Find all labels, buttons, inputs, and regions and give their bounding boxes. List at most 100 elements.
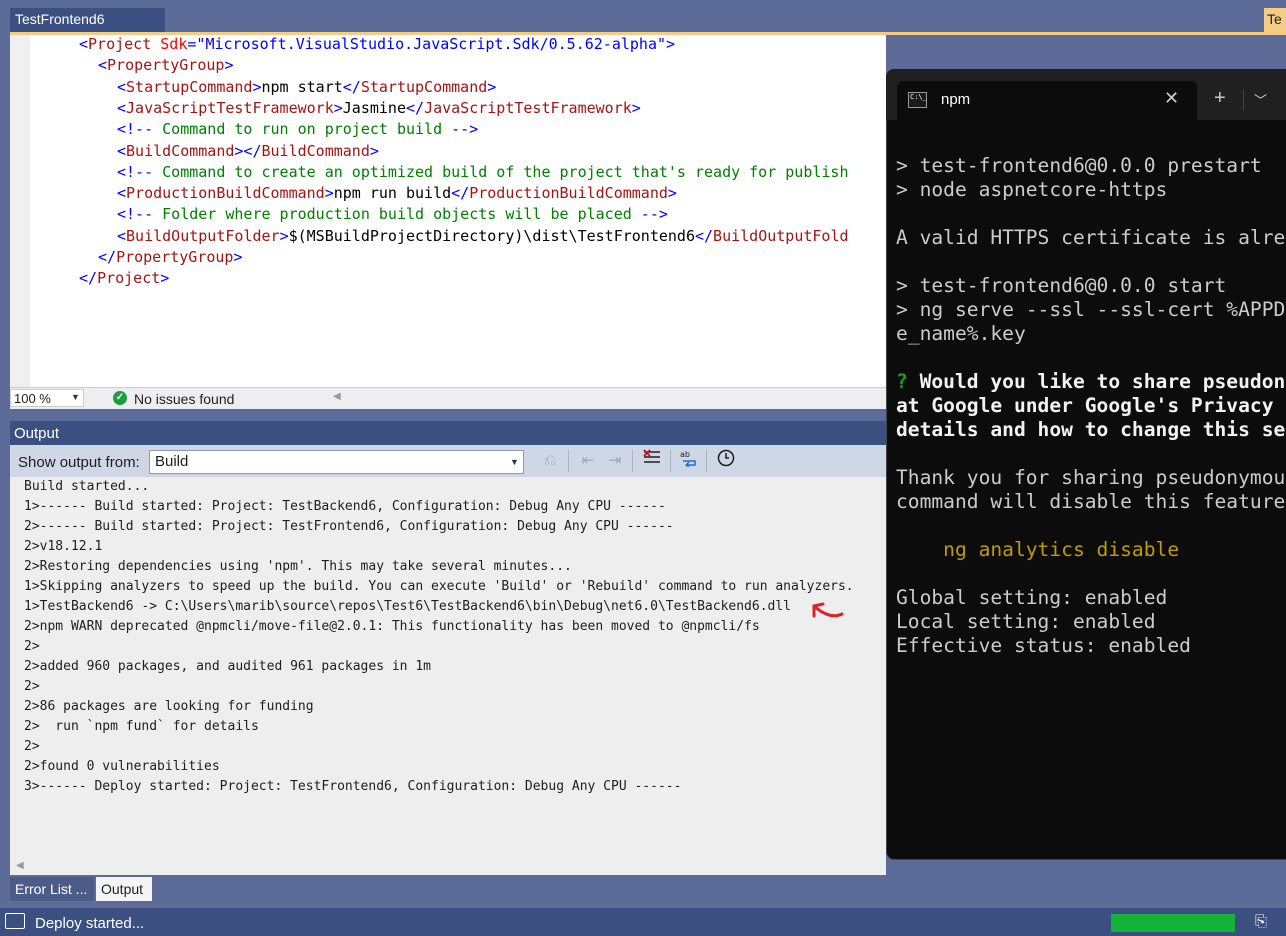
code-token: > (224, 56, 234, 75)
code-token: < (117, 226, 127, 245)
code-line: <PropertyGroup> (98, 55, 233, 76)
output-line: 2>------ Build started: Project: TestFro… (24, 519, 674, 534)
svg-text:ab: ab (680, 450, 690, 459)
terminal-text: ? (896, 370, 920, 393)
output-source-select[interactable]: Build (149, 450, 524, 474)
progress-bar (1111, 914, 1235, 932)
code-token: $(MSBuildProjectDirectory)\dist\TestFron… (288, 226, 695, 245)
new-tab-icon[interactable]: + (1214, 87, 1226, 110)
close-icon[interactable]: ✕ (1164, 88, 1179, 109)
code-token: PropertyGroup (107, 56, 225, 75)
scroll-left-icon[interactable]: ◀ (16, 860, 24, 871)
code-token: > (369, 141, 379, 160)
terminal-line: > test-frontend6@0.0.0 prestart (896, 154, 1286, 178)
code-token: ProductionBuildCommand (126, 184, 325, 203)
toolbar-separator (706, 450, 707, 472)
terminal-text: Local setting: enabled (896, 610, 1156, 633)
editor-margin (10, 35, 30, 387)
toolbar-separator (568, 450, 569, 472)
terminal-text: > test-frontend6@0.0.0 prestart (896, 154, 1262, 177)
output-line: 2> run `npm fund` for details (24, 719, 259, 734)
terminal-text: at Google under Google's Privacy (896, 394, 1286, 417)
code-token: > (252, 77, 262, 96)
code-token: BuildCommand (261, 141, 370, 160)
code-token: </ (694, 226, 714, 245)
chevron-down-icon[interactable]: ﹀ (1254, 90, 1267, 109)
chevron-down-icon[interactable]: ▼ (510, 457, 519, 467)
code-line: <BuildCommand></BuildCommand> (117, 141, 379, 162)
code-token: > (631, 98, 641, 117)
find-message-icon[interactable]: ⎌ (538, 449, 562, 473)
code-token: ></ (234, 141, 262, 160)
document-tab-right[interactable]: Te (1264, 8, 1286, 32)
output-line: 2> (24, 639, 40, 654)
document-tab-testfrontend6[interactable]: TestFrontend6 (10, 8, 165, 32)
code-line: <BuildOutputFolder>$(MSBuildProjectDirec… (117, 226, 849, 247)
code-token: Microsoft.VisualStudio.JavaScript.Sdk/0.… (205, 35, 657, 53)
code-token: </ (406, 98, 425, 117)
code-token: StartupCommand (360, 77, 488, 96)
output-line: 2>Restoring dependencies using 'npm'. Th… (24, 559, 572, 574)
code-token: > (233, 248, 243, 266)
code-token: Project (97, 269, 161, 288)
terminal-line: command will disable this feature (896, 490, 1286, 514)
code-token: > (333, 98, 343, 117)
code-token: > (160, 269, 170, 288)
code-token: =" (187, 35, 206, 53)
chevron-down-icon[interactable]: ▼ (71, 392, 80, 402)
code-token: Command to run on project build (153, 120, 452, 139)
terminal-text: > test-frontend6@0.0.0 start (896, 274, 1227, 297)
code-token: > (324, 184, 334, 203)
terminal-text: Thank you for sharing pseudonymou (896, 466, 1286, 489)
status-text: Deploy started... (35, 915, 145, 932)
code-line: <JavaScriptTestFramework>Jasmine</JavaSc… (117, 98, 641, 119)
code-line: <!-- Folder where production build objec… (117, 204, 668, 225)
output-line: 1>------ Build started: Project: TestBac… (24, 499, 666, 514)
go-next-icon[interactable]: ⇥ (603, 449, 627, 473)
terminal-text: details and how to change this se (896, 418, 1286, 441)
code-token: JavaScriptTestFramework (424, 98, 632, 117)
code-line: <!-- Command to create an optimized buil… (117, 162, 849, 183)
output-line: 2> (24, 739, 40, 754)
issues-status[interactable]: No issues found (134, 391, 234, 407)
terminal-line: ng analytics disable (896, 538, 1286, 562)
code-token: BuildCommand (126, 141, 235, 160)
code-token: > (279, 226, 289, 245)
status-bar (0, 908, 1286, 936)
terminal-line: at Google under Google's Privacy (896, 394, 1286, 418)
code-token: < (117, 184, 127, 203)
code-token: < (79, 35, 89, 53)
tab-output[interactable]: Output (96, 877, 152, 901)
code-token: BuildOutputFold (713, 226, 849, 245)
output-line: 2>added 960 packages, and audited 961 pa… (24, 659, 431, 674)
code-token: < (117, 98, 127, 117)
code-line: <!-- Command to run on project build --> (117, 119, 478, 140)
code-token: <!-- (117, 120, 154, 139)
go-previous-icon[interactable]: ⇤ (576, 449, 600, 473)
clock-icon[interactable] (714, 449, 738, 473)
terminal-line: > test-frontend6@0.0.0 start (896, 274, 1286, 298)
terminal-line: details and how to change this se (896, 418, 1286, 442)
code-token: < (117, 141, 127, 160)
word-wrap-icon[interactable]: ab (677, 449, 701, 473)
terminal-line: e_name%.key (896, 322, 1286, 346)
code-token: npm start (261, 77, 343, 96)
output-line: 2>v18.12.1 (24, 539, 103, 554)
scroll-left-icon[interactable]: ◀ (333, 391, 341, 402)
terminal-tab-label: npm (941, 91, 971, 108)
toolbar-separator (632, 450, 633, 472)
code-token: > (667, 184, 677, 203)
tab-error-list[interactable]: Error List ... (10, 877, 94, 901)
notification-icon[interactable] (5, 913, 25, 929)
code-token: </ (342, 77, 361, 96)
terminal-line: A valid HTTPS certificate is alre (896, 226, 1286, 250)
terminal-line: Local setting: enabled (896, 610, 1286, 634)
terminal-text: command will disable this feature (896, 490, 1286, 513)
terminal-text: e_name%.key (896, 322, 1026, 345)
clear-all-icon[interactable] (640, 449, 664, 473)
code-token: </ (98, 248, 117, 266)
source-control-icon[interactable]: ⎘ (1255, 913, 1267, 930)
output-source-value: Build (155, 453, 189, 470)
output-line: 2>86 packages are looking for funding (24, 699, 314, 714)
